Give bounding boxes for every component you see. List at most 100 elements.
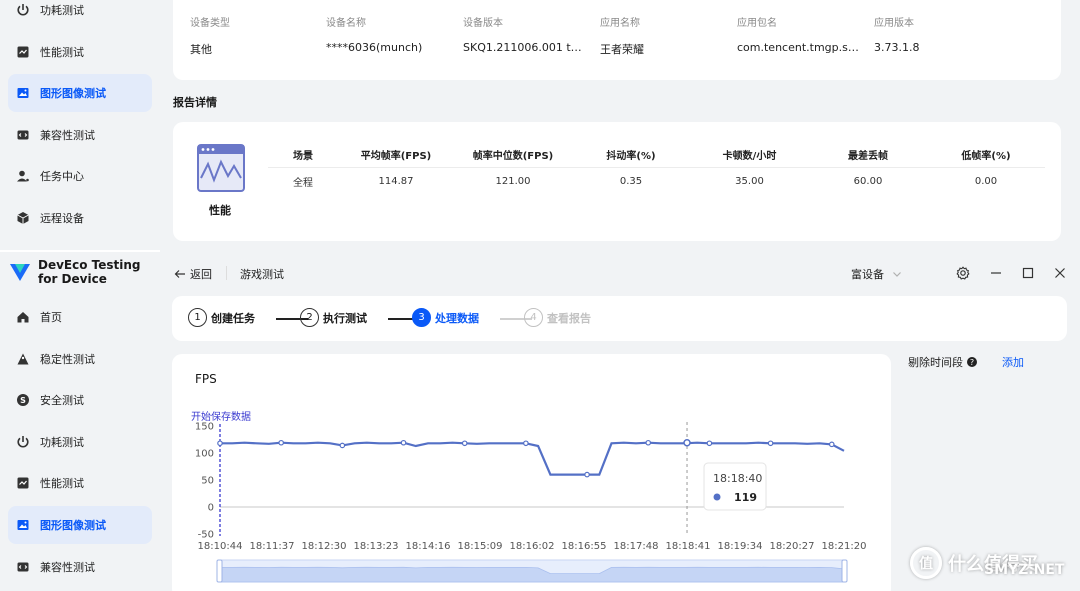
security-icon: S [16,393,30,407]
zoom-handle-right[interactable] [841,559,848,583]
performance-icon [16,476,30,490]
device-select[interactable]: 富设备 [851,266,902,282]
report-table-header-cell: 平均帧率(FPS) [360,151,432,162]
add-time-range-button[interactable]: 添加 [1002,354,1024,370]
sidebar-item-label: 任务中心 [40,170,84,184]
minimize-button[interactable] [989,266,1003,280]
app-separator [0,250,160,252]
sidebar-item[interactable]: 性能测试 [8,33,152,71]
step-label: 查看报告 [547,311,591,325]
device-info-label: 应用版本 [874,18,914,29]
sidebar-item[interactable]: 性能测试 [8,464,152,502]
step-item[interactable]: 3 处理数据 [412,308,479,327]
fps-series-point [461,440,468,447]
back-button[interactable]: 返回 [174,266,212,282]
sidebar-item[interactable]: 首页 [8,298,152,336]
x-tick-label: 18:20:27 [770,541,815,552]
device-info-label: 设备名称 [326,18,366,29]
fps-chart-card: FPS 开始保存数据 150 100 50 0 -50 18:10:44 18:11:37 18… [172,354,891,591]
device-info-label: 设备版本 [463,18,503,29]
performance-category-label: 性能 [209,204,231,217]
step-item[interactable]: 4 查看报告 [524,308,591,327]
performance-chart-icon [197,144,245,192]
tooltip-value: 119 [734,491,757,504]
sidebar: 功耗测试 性能测试 图形图像测试 兼容性测试 任务中心 远程设备 DevEco Testi… [0,0,160,591]
sidebar-item[interactable]: 图形图像测试 [8,74,152,113]
sidebar-item[interactable]: 兼容性测试 [8,116,152,154]
fps-series-point [523,440,529,447]
report-table-cell: 0.35 [619,175,643,187]
help-icon[interactable]: ? [967,357,977,367]
svg-text:S: S [20,396,26,405]
fps-series-point [278,439,284,446]
sidebar-item[interactable]: 功耗测试 [8,0,152,29]
x-tick-label: 18:12:30 [302,541,347,552]
report-table-cell: 0.00 [974,175,998,187]
stability-icon [16,352,30,366]
sidebar-item-label: 首页 [40,311,62,324]
power-icon [16,435,30,449]
fps-series-point [828,441,835,448]
sidebar-item[interactable]: 任务中心 [8,157,152,195]
sidebar-item[interactable]: 兼容性测试 [8,548,152,586]
back-label: 返回 [190,268,212,281]
home-icon [16,310,30,324]
device-info-column: 设备版本 SKQ1.211006.001 tes... [463,14,588,54]
step-label: 处理数据 [435,311,479,325]
sidebar-item[interactable]: 远程设备 [8,199,152,237]
step-item[interactable]: 2 执行测试 [300,308,367,327]
device-info-column: 应用版本 3.73.1.8 [874,14,999,54]
y-tick-label: 0 [208,503,214,514]
device-info-value: 王者荣耀 [600,43,644,56]
device-info-column: 设备名称 ****6036(munch) [326,14,451,54]
zoom-handle-left[interactable] [216,559,223,583]
device-info-value: 3.73.1.8 [874,41,920,54]
sidebar-item-label: 图形图像测试 [40,87,106,101]
fps-chart[interactable]: 开始保存数据150100500-5018:10:44 18:11:37 18:12:… [172,354,891,591]
sidebar-item-label: 兼容性测试 [40,128,95,142]
zoom-slider-preview [219,566,845,583]
page-title: 游戏测试 [240,268,284,281]
x-tick-label: 18:16:55 [562,541,607,552]
x-tick-label: 18:21:20 [822,541,867,552]
tooltip-time: 18:18:40 [713,472,762,485]
sidebar-item-label: 性能测试 [40,45,84,59]
x-tick-label: 18:17:48 [614,541,659,552]
x-tick-label: 18:13:23 [354,541,399,552]
step-label: 创建任务 [211,311,255,325]
settings-button[interactable] [956,266,970,280]
device-info-label: 应用包名 [737,18,777,29]
step-item[interactable]: 1 创建任务 [188,308,255,327]
x-tick-label: 18:15:09 [458,541,503,552]
report-table-header-cell: 最差丢帧 [848,151,888,162]
sidebar-item[interactable]: 稳定性测试 [8,340,152,378]
watermark-logo-icon: 值 [910,547,942,579]
y-tick-label: 150 [195,422,214,433]
task-icon [16,169,30,183]
sidebar-item[interactable]: 功耗测试 [8,423,152,461]
close-button[interactable] [1053,266,1067,280]
x-tick-label: 18:19:34 [718,541,763,552]
x-tick-label: 18:11:37 [250,541,295,552]
step-number: 2 [300,308,319,327]
report-table-cell: 121.00 [495,175,531,187]
image-icon [16,518,30,532]
fps-series-point [217,440,223,447]
fps-series-point [706,440,713,447]
device-info-card: 设备类型 其他 设备名称 ****6036(munch) 设备版本 SKQ1.211006… [173,0,1061,80]
report-table-row: 全程 114.87 121.00 0.35 35.00 60.00 0.00 [268,168,1045,194]
sidebar-item-label: 图形图像测试 [40,519,106,532]
sidebar-item[interactable]: S 安全测试 [8,381,152,419]
report-table-header-cell: 帧率中位数(FPS) [472,151,554,162]
remote-device-icon [16,211,30,225]
fps-series-point [767,440,774,447]
device-info-value: com.tencent.tmgp.sg... [737,41,862,54]
sidebar-item[interactable]: 图形图像测试 [8,506,152,544]
maximize-button[interactable] [1021,266,1035,280]
sidebar-item-label: 功耗测试 [40,4,84,17]
tooltip-legend-dot [713,493,721,501]
report-table-cell: 35.00 [735,175,764,187]
y-tick-label: 100 [195,449,214,460]
sidebar-item-label: 稳定性测试 [40,352,95,366]
device-info-value: SKQ1.211006.001 tes... [463,41,588,54]
